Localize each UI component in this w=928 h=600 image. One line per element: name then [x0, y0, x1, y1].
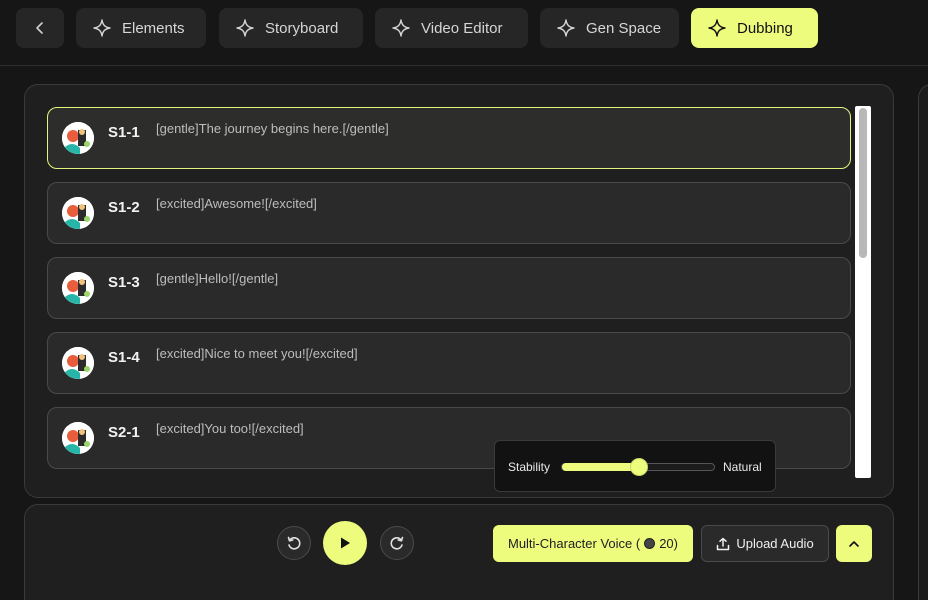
line-text[interactable]: [gentle]The journey begins here.[/gentle… [156, 121, 389, 136]
forward-button[interactable] [380, 526, 414, 560]
avatar [62, 122, 94, 154]
chevron-up-icon [849, 540, 859, 547]
play-icon [341, 537, 350, 549]
slider-thumb[interactable] [630, 458, 648, 476]
scroll-thumb[interactable] [859, 108, 867, 258]
tab-label: Video Editor [421, 19, 503, 37]
tab-label: Dubbing [737, 19, 793, 37]
line-id: S1-3 [108, 274, 140, 291]
play-button[interactable] [323, 521, 367, 565]
line-text[interactable]: [gentle]Hello![/gentle] [156, 271, 278, 286]
back-button[interactable] [16, 8, 64, 48]
upload-icon [717, 537, 730, 550]
upload-label: Upload Audio [736, 536, 814, 551]
coin-icon [644, 538, 656, 549]
list-scrollbar[interactable] [855, 106, 871, 478]
line-id: S1-1 [108, 124, 140, 141]
line-id: S1-4 [108, 349, 140, 366]
side-panel [918, 84, 928, 600]
tab-label: Gen Space [586, 19, 662, 37]
dialogue-row[interactable]: S1-1 [gentle]The journey begins here.[/g… [47, 107, 851, 169]
line-id: S1-2 [108, 199, 140, 216]
tab-label: Storyboard [265, 19, 339, 37]
line-text[interactable]: [excited]You too![/excited] [156, 421, 304, 436]
stability-popover: Stability Natural [494, 440, 776, 492]
avatar [62, 197, 94, 229]
voice-cost: 20) [659, 536, 678, 551]
voice-label: Multi-Character Voice ( [507, 536, 641, 551]
line-text[interactable]: [excited]Awesome![/excited] [156, 196, 317, 211]
sparkle-icon [392, 19, 410, 37]
slider-fill [562, 463, 639, 471]
rotate-cw-icon [390, 536, 404, 550]
upload-audio-button[interactable]: Upload Audio [701, 525, 829, 562]
tab-video-editor[interactable]: Video Editor [375, 8, 528, 48]
avatar [62, 272, 94, 304]
natural-label: Natural [723, 460, 762, 474]
dialogue-panel: S1-1 [gentle]The journey begins here.[/g… [24, 84, 894, 498]
dialogue-row[interactable]: S1-4 [excited]Nice to meet you![/excited… [47, 332, 851, 394]
tab-label: Elements [122, 19, 185, 37]
tab-dubbing[interactable]: Dubbing [691, 8, 818, 48]
rotate-ccw-icon [287, 536, 301, 550]
multi-character-voice-button[interactable]: Multi-Character Voice ( 20) [493, 525, 693, 562]
sparkle-icon [93, 19, 111, 37]
stability-label: Stability [508, 460, 551, 474]
line-text[interactable]: [excited]Nice to meet you![/excited] [156, 346, 358, 361]
tab-storyboard[interactable]: Storyboard [219, 8, 363, 48]
tab-elements[interactable]: Elements [76, 8, 206, 48]
top-nav: Elements Storyboard Video Editor Gen Spa… [0, 0, 928, 66]
sparkle-icon [557, 19, 575, 37]
sparkle-icon [708, 19, 726, 37]
stability-slider[interactable] [561, 458, 715, 476]
line-id: S2-1 [108, 424, 140, 441]
tab-gen-space[interactable]: Gen Space [540, 8, 679, 48]
expand-button[interactable] [836, 525, 872, 562]
dialogue-row[interactable]: S1-3 [gentle]Hello![/gentle] [47, 257, 851, 319]
sparkle-icon [236, 19, 254, 37]
rewind-button[interactable] [277, 526, 311, 560]
avatar [62, 347, 94, 379]
dialogue-row[interactable]: S1-2 [excited]Awesome![/excited] [47, 182, 851, 244]
avatar [62, 422, 94, 454]
chevron-left-icon [36, 22, 43, 34]
